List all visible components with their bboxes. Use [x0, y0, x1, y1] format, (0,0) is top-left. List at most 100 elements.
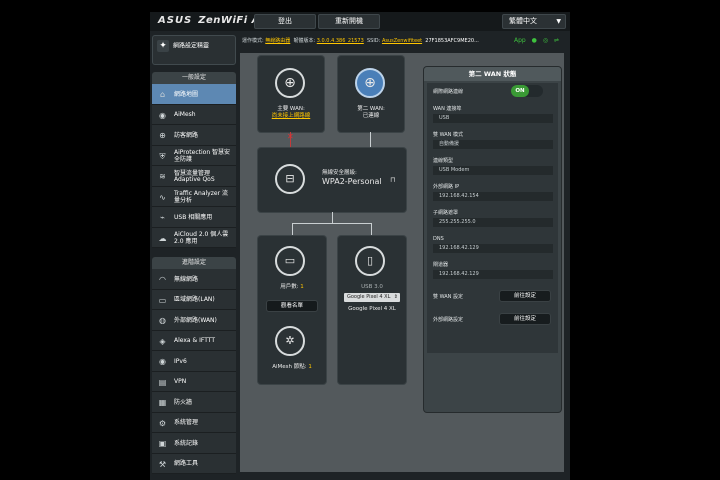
dual-wan-goto-button[interactable]: 前往設定	[499, 290, 551, 302]
sidebar-item-qos[interactable]: ≋ 智慧流量管理 Adaptive QoS	[152, 166, 236, 187]
firmware-link[interactable]: 3.0.0.4.386_21573	[317, 38, 364, 44]
toggle-on: ON	[511, 85, 529, 97]
client-connector	[292, 223, 293, 235]
aimesh-info: AiMesh 節點: 1	[258, 364, 326, 371]
sidebar-item-firewall[interactable]: ▦ 防火牆	[152, 392, 236, 413]
user-icon[interactable]: ●	[532, 37, 537, 44]
wand-icon: ✦	[157, 40, 169, 52]
aimesh-node-icon: ✲	[275, 326, 305, 356]
brand-logo: ASUS	[158, 15, 193, 26]
row-value: 255.255.255.0	[433, 218, 553, 227]
wan-goto-button[interactable]: 前往設定	[499, 313, 551, 325]
sidebar-item-label: AiCloud 2.0 個人雲 2.0 應用	[174, 231, 229, 245]
internet-connection-label: 網際網路連線	[433, 89, 464, 95]
secondary-wan-card[interactable]: ⊕ 第二 WAN: 已連線	[338, 56, 404, 132]
primary-wan-info: 主要 WAN: 尚未接上網路線	[258, 106, 324, 121]
wan2-connector	[370, 132, 371, 147]
sidebar-item-guest[interactable]: ⊕ 訪客網路	[152, 125, 236, 146]
wan-setting-label: 外部網路設定	[433, 317, 464, 323]
second-wan-status-panel: 第二 WAN 狀態 網際網路連線 ON WAN 連接埠 USB 雙 WAN 模式自…	[424, 67, 561, 412]
aimesh-count: 1	[308, 364, 312, 370]
row-key: 連線類型	[433, 158, 454, 164]
usb-device-select-value: Google Pixel 4 XL	[347, 294, 391, 300]
wan-row: DNS 192.168.42.129	[433, 235, 557, 253]
router-icon: ⊟	[275, 164, 305, 194]
sidebar-item-label: AiProtection 智慧安全防護	[174, 149, 231, 163]
globe-icon: ⊕	[275, 68, 305, 98]
aimesh-label: AiMesh 節點:	[272, 364, 307, 370]
sidebar-item-lan[interactable]: ▭ 區域網路(LAN)	[152, 290, 236, 310]
usb-icon: ⌁	[160, 213, 165, 222]
network-tools-icon: ⚒	[158, 459, 167, 469]
quick-setup-label: 網路設定精靈	[173, 42, 210, 50]
usb-status-icon[interactable]: ⇌	[554, 37, 559, 44]
sidebar-item-vpn[interactable]: ▤ VPN	[152, 372, 236, 392]
row-value: 192.168.42.129	[433, 244, 553, 253]
sidebar-item-label: USB 相關應用	[174, 213, 213, 221]
clients-card[interactable]: ▭ 用戶數: 1 觀看名單 ✲ AiMesh 節點: 1	[258, 236, 326, 384]
globe-icon[interactable]: ◎	[543, 37, 548, 44]
globe-icon: ⊕	[355, 68, 385, 98]
aiprotection-icon: ⛨	[159, 151, 166, 161]
sidebar-item-usb[interactable]: ⌁ USB 相關應用	[152, 207, 236, 228]
sidebar-item-syslog[interactable]: ▣ 系統記錄	[152, 433, 236, 454]
usb-label: USB 3.0	[361, 284, 383, 290]
sidebar: ✦ 網路設定精靈 一般設定 ⌂ 網路地圖 ◉ AiMesh ⊕ 訪客網路 ⛨ AiProt…	[152, 35, 236, 480]
app-label[interactable]: App	[514, 37, 526, 44]
qos-icon: ≋	[159, 172, 166, 181]
sidebar-item-wireless[interactable]: ◠ 無線網路	[152, 269, 236, 290]
sidebar-item-aicloud[interactable]: ☁ AiCloud 2.0 個人雲 2.0 應用	[152, 228, 236, 248]
ipv6-icon: ◉	[159, 357, 166, 366]
dual-wan-setting-label: 雙 WAN 設定	[433, 294, 464, 300]
row-key: 子網路遮罩	[433, 210, 459, 216]
sidebar-item-ipv6[interactable]: ◉ IPv6	[152, 351, 236, 372]
sidebar-item-label: 訪客網路	[174, 131, 199, 139]
chevron-down-icon: ▼	[556, 18, 561, 25]
clients-label: 用戶數:	[280, 284, 299, 290]
mode-link[interactable]: 無線路由器	[265, 38, 290, 44]
sidebar-item-aimesh[interactable]: ◉ AiMesh	[152, 105, 236, 125]
internet-connection-toggle[interactable]: ON	[511, 85, 543, 97]
sidebar-item-aiprotection[interactable]: ⛨ AiProtection 智慧安全防護	[152, 146, 236, 166]
sidebar-item-label: 網路工具	[174, 460, 199, 468]
tree-connector	[292, 223, 372, 224]
row-key: 雙 WAN 模式	[433, 132, 464, 138]
primary-wan-card[interactable]: ⊕ 主要 WAN: 尚未接上網路線	[258, 56, 324, 132]
sidebar-item-label: 智慧流量管理 Adaptive QoS	[174, 169, 215, 184]
row-key: 閘道器	[433, 262, 449, 268]
wan-row: WAN 連接埠 USB	[433, 105, 557, 123]
row-value: 自動備援	[433, 140, 553, 149]
monitor-icon: ▭	[275, 246, 305, 276]
reboot-button[interactable]: 重新開機	[318, 14, 380, 29]
quick-setup-button[interactable]: ✦ 網路設定精靈	[152, 35, 236, 65]
sidebar-item-label: Traffic Analyzer 流量分析	[174, 190, 228, 204]
sidebar-item-label: 區域網路(LAN)	[174, 296, 215, 304]
router-card[interactable]: ⊟ 無線安全層級: WPA2-Personal ⊓	[258, 148, 406, 212]
ssid-label: SSID:	[366, 38, 381, 44]
sidebar-item-network-map[interactable]: ⌂ 網路地圖	[152, 84, 236, 105]
vpn-icon: ▤	[158, 377, 167, 387]
language-value: 繁體中文	[509, 17, 537, 25]
wireless-icon: ◠	[159, 275, 166, 284]
general-header: 一般設定	[152, 72, 236, 84]
ssid-value[interactable]: AsusZenwifiteet	[382, 38, 422, 44]
language-select[interactable]: 繁體中文 ▼	[502, 14, 566, 29]
system-log-icon: ▣	[158, 439, 167, 448]
lan-icon: ▭	[158, 295, 167, 305]
alexa-icon: ◈	[159, 336, 166, 346]
row-key: 外部網路 IP	[433, 184, 460, 190]
usb-card[interactable]: ▯ USB 3.0 Google Pixel 4 XL ⇕ Google Pix…	[338, 236, 406, 384]
usb-device-select[interactable]: Google Pixel 4 XL ⇕	[344, 293, 400, 302]
usb-device-name: Google Pixel 4 XL	[348, 306, 396, 312]
sidebar-item-label: 網路地圖	[174, 90, 199, 98]
sidebar-item-tools[interactable]: ⚒ 網路工具	[152, 454, 236, 474]
sidebar-item-wan[interactable]: ◍ 外部網路(WAN)	[152, 310, 236, 331]
sidebar-item-traffic[interactable]: ∿ Traffic Analyzer 流量分析	[152, 187, 236, 207]
primary-wan-status[interactable]: 尚未接上網路線	[258, 113, 324, 120]
usb-connector	[371, 223, 372, 235]
view-list-button[interactable]: 觀看名單	[266, 300, 318, 312]
logout-button[interactable]: 登出	[254, 14, 316, 29]
sidebar-item-alexa[interactable]: ◈ Alexa & IFTTT	[152, 331, 236, 351]
sidebar-item-admin[interactable]: ⚙ 系統管理	[152, 413, 236, 433]
wan-icon: ◍	[159, 316, 166, 325]
